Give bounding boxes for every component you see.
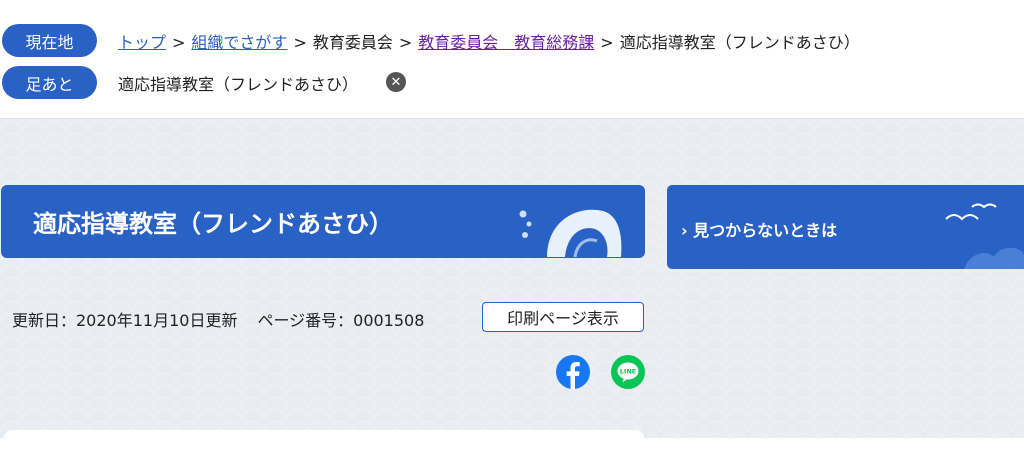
cloud-decoration-icon xyxy=(964,247,1024,269)
breadcrumb-current-page: 適応指導教室（フレンドあさひ） xyxy=(619,33,860,52)
breadcrumb-separator: > xyxy=(172,33,186,52)
updated-date: 更新日：2020年11月10日更新 xyxy=(12,311,238,330)
page-title: 適応指導教室（フレンドあさひ） xyxy=(33,210,393,238)
breadcrumb-link-organization[interactable]: 組織でさがす xyxy=(191,33,287,52)
breadcrumb-link-top[interactable]: トップ xyxy=(118,33,166,52)
close-icon[interactable]: ✕ xyxy=(386,72,406,92)
breadcrumb-separator: > xyxy=(600,33,614,52)
help-banner[interactable]: › 見つからないときは xyxy=(667,185,1024,269)
main-content-area xyxy=(0,119,1024,438)
page-title-banner: 適応指導教室（フレンドあさひ） xyxy=(1,185,645,258)
chevron-right-icon: › xyxy=(681,221,688,240)
line-icon[interactable]: LINE xyxy=(611,355,645,389)
help-banner-label: › 見つからないときは xyxy=(681,221,838,240)
facebook-icon[interactable] xyxy=(556,355,590,389)
breadcrumb-link-general-affairs[interactable]: 教育委員会 教育総務課 xyxy=(418,33,594,52)
breadcrumb-text-board-of-education: 教育委員会 xyxy=(312,33,393,52)
svg-text:LINE: LINE xyxy=(620,368,636,376)
print-page-button[interactable]: 印刷ページ表示 xyxy=(482,302,644,332)
breadcrumb-separator: > xyxy=(398,33,413,52)
seagull-icon xyxy=(945,203,997,221)
breadcrumb: トップ > 組織でさがす > 教育委員会 > 教育委員会 教育総務課 > 適応指導教室（フレンド… xyxy=(118,29,860,53)
wave-decoration-icon xyxy=(519,209,622,257)
footprint-label: 足あと xyxy=(2,66,97,99)
content-card xyxy=(4,430,644,450)
breadcrumb-area: 現在地 トップ > 組織でさがす > 教育委員会 > 教育委員会 教育総務課 > 適応指導教室（… xyxy=(0,0,1024,119)
breadcrumb-separator: > xyxy=(293,33,307,52)
page-meta: 更新日：2020年11月10日更新 ページ番号：0001508 xyxy=(12,307,424,331)
page-number: ページ番号：0001508 xyxy=(257,311,425,330)
footprint-item[interactable]: 適応指導教室（フレンドあさひ） xyxy=(118,71,358,95)
current-location-label: 現在地 xyxy=(2,24,97,57)
